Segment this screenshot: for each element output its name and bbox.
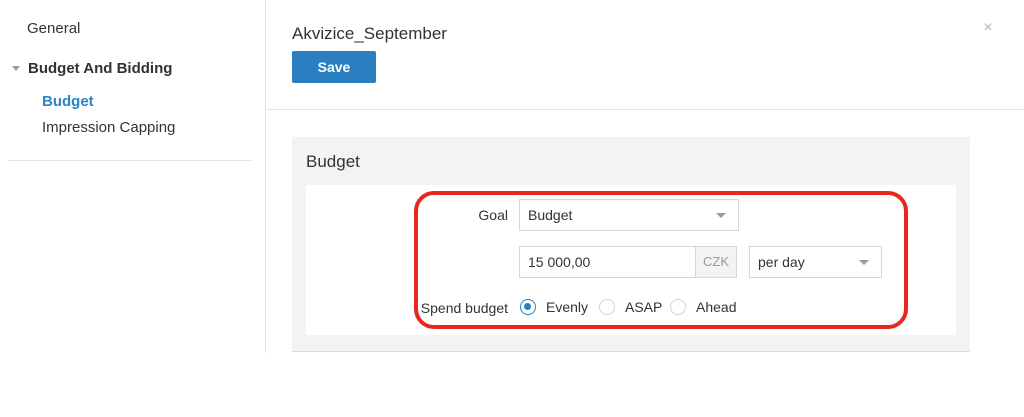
budget-panel: Budget [292,137,970,352]
radio-unchecked-icon [670,299,686,315]
radio-asap[interactable]: ASAP [599,299,662,315]
goal-select-value: Budget [528,207,573,223]
page-title: Akvizice_September [292,24,447,43]
sidebar-group-budget-and-bidding[interactable]: Budget And Bidding [12,60,172,77]
sidebar-divider [8,160,252,161]
sidebar-item-budget[interactable]: Budget [42,93,94,110]
period-select[interactable]: per day [749,246,882,278]
app-window: General Budget And Bidding Budget Impres… [0,0,1024,417]
chevron-down-icon [716,213,726,218]
budget-amount-input[interactable] [519,246,695,278]
chevron-down-icon [859,260,869,265]
sidebar-item-general[interactable]: General [27,20,80,37]
radio-unchecked-icon [599,299,615,315]
spend-budget-label: Spend budget [420,300,508,316]
header-divider [267,109,1024,110]
radio-ahead[interactable]: Ahead [670,299,736,315]
radio-checked-icon [520,299,536,315]
sidebar: General Budget And Bidding Budget Impres… [0,0,266,353]
currency-addon: CZK [695,246,737,278]
radio-label: Evenly [546,299,589,315]
period-select-value: per day [758,254,805,270]
budget-panel-title: Budget [306,152,360,171]
caret-down-icon [12,66,20,71]
sidebar-group-label: Budget And Bidding [28,60,173,77]
sidebar-item-impression-capping[interactable]: Impression Capping [42,119,175,136]
radio-label: Ahead [696,299,737,315]
close-icon[interactable]: × [980,20,996,36]
goal-label: Goal [478,207,508,223]
save-button[interactable]: Save [292,51,376,83]
goal-select[interactable]: Budget [519,199,739,231]
radio-evenly[interactable]: Evenly [520,299,588,315]
radio-label: ASAP [625,299,663,315]
